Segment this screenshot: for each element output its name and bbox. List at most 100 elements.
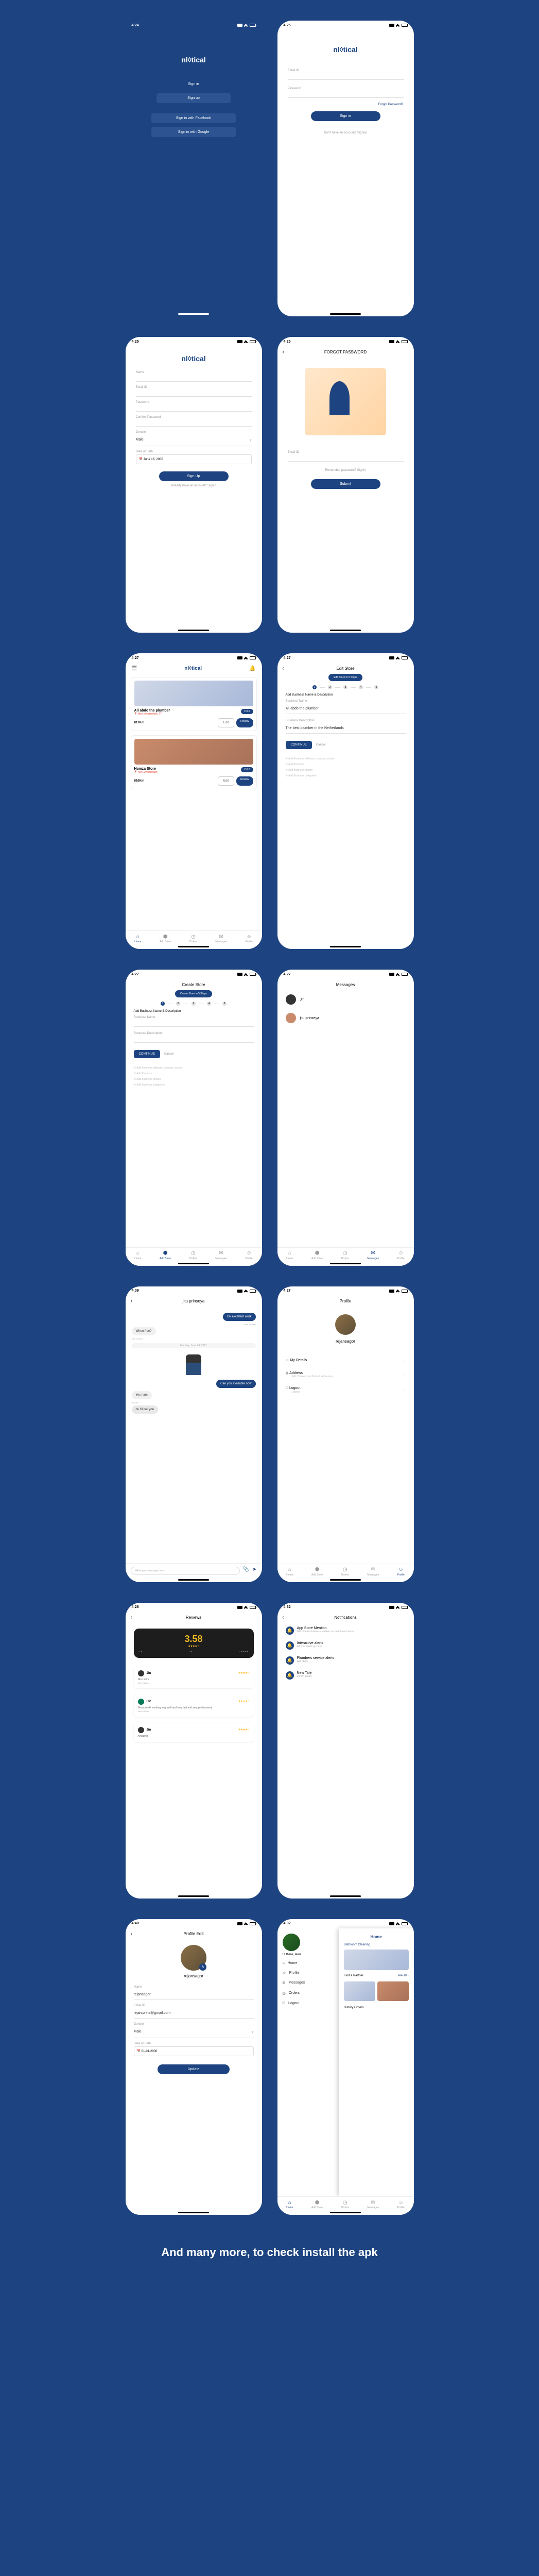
tab-orders[interactable]: ◷Orders [189, 1250, 197, 1260]
statusbar: 4:25 [277, 337, 414, 346]
continue-button[interactable]: CONTINUE [134, 1050, 160, 1058]
tab-orders[interactable]: ◷Orders [341, 1567, 349, 1577]
google-button[interactable]: Sign in with Google [151, 127, 236, 137]
edit-button[interactable]: Edit [218, 776, 234, 786]
cancel-button[interactable]: Cancel [164, 1053, 174, 1056]
tab-profile[interactable]: ☺Profile [397, 2199, 405, 2209]
continue-button[interactable]: CONTINUE [286, 741, 312, 749]
tab-addstore[interactable]: ⬢Add Store [311, 2199, 323, 2209]
back-icon[interactable]: ‹ [283, 1615, 284, 1620]
gender-select[interactable]: Male▾ [136, 435, 252, 446]
tab-addstore[interactable]: ⬢Add Store [311, 1567, 323, 1577]
menu-logout[interactable]: ⎋ LogoutLogout › [286, 1382, 406, 1398]
bname-input[interactable] [134, 1020, 254, 1027]
signin-button[interactable]: Sign in [311, 111, 380, 121]
nav-profile[interactable]: ☺ Profile [283, 1968, 334, 1978]
review-button[interactable]: Review [236, 718, 253, 727]
tab-home[interactable]: ⌂Home [134, 1250, 141, 1260]
update-button[interactable]: Update [158, 2064, 230, 2074]
tab-orders[interactable]: ◷Orders [341, 2199, 349, 2209]
partner-card[interactable] [344, 1981, 375, 2001]
edit-avatar-icon[interactable]: ✎ [199, 1963, 206, 1971]
back-icon[interactable]: ‹ [131, 1931, 132, 1937]
nav-messages[interactable]: ✉ Messages [283, 1978, 334, 1988]
name-input[interactable] [136, 375, 252, 382]
tab-messages[interactable]: ✉Messages [215, 934, 227, 943]
notification-item[interactable]: 🔔 Interactive alertsAll your alerts go h… [286, 1638, 406, 1653]
tab-profile[interactable]: ☺Profile [397, 1567, 405, 1577]
review-button[interactable]: Review [236, 776, 253, 786]
gender-select[interactable]: Male▾ [134, 2027, 254, 2038]
email-input[interactable]: rejan.prins@gmail.com [134, 2008, 254, 2019]
menu-details[interactable]: ☺ My Details › [286, 1354, 406, 1367]
bdesc-input[interactable]: The best plumber in the Netherlands [286, 723, 406, 734]
menu-address[interactable]: ◉ AddressEdit / Create / set Default add… [286, 1367, 406, 1382]
bell-icon[interactable]: 🔔 [249, 666, 255, 671]
signup-button[interactable]: Sign Up [159, 471, 229, 481]
tab-profile[interactable]: ☺Profile [246, 934, 253, 943]
message-input[interactable]: Write your message here... [131, 1567, 240, 1575]
chat-bubble: Can you available now [216, 1380, 255, 1388]
password-label: Password [288, 87, 404, 90]
tab-messages[interactable]: ✉Messages [367, 1250, 379, 1260]
conversation-row[interactable]: Jin [286, 990, 406, 1009]
cancel-button[interactable]: Cancel [316, 743, 326, 747]
back-icon[interactable]: ‹ [283, 349, 284, 355]
tab-addstore[interactable]: ⬢Add Store [160, 1250, 171, 1260]
notification-item[interactable]: 🔔 Plumbers service alertsGet alerts [286, 1653, 406, 1668]
remember-link[interactable]: Remember password? Signin [288, 469, 404, 472]
tab-home[interactable]: ⌂Home [134, 934, 141, 943]
send-icon[interactable]: ➤ [252, 1567, 256, 1575]
confirm-input[interactable] [136, 420, 252, 427]
back-icon[interactable]: ‹ [283, 666, 284, 671]
nav-logout[interactable]: ⎋ Logout [283, 1998, 334, 2009]
facebook-button[interactable]: Sign in with Facebook [151, 113, 236, 123]
edit-button[interactable]: Edit [218, 718, 234, 727]
back-icon[interactable]: ‹ [131, 1615, 132, 1620]
tab-home[interactable]: ⌂Home [286, 1567, 293, 1577]
nav-home[interactable]: ⌂ Home [283, 1958, 334, 1968]
statusbar: 4:27 [277, 653, 414, 663]
tab-home[interactable]: ⌂Home [286, 1250, 293, 1260]
tab-addstore[interactable]: ⬢Add Store [311, 1250, 323, 1260]
signin-link[interactable]: Already have an account? Signin [136, 484, 252, 487]
notification-item[interactable]: 🔔 App Store MentionWill receive business… [286, 1623, 406, 1638]
dob-input[interactable]: 📅 01-01-2000 [134, 2046, 254, 2056]
password-input[interactable] [136, 405, 252, 412]
tab-orders[interactable]: ◷Orders [341, 1250, 349, 1260]
forgot-link[interactable]: Forgot Password? [288, 103, 404, 106]
dob-input[interactable]: 📅 June 16, 2000 [136, 454, 252, 464]
notification-item[interactable]: 🔔 New TitleLorem ipsum [286, 1668, 406, 1683]
tab-profile[interactable]: ☺Profile [246, 1250, 253, 1260]
review-item: Jin★★★★☆ Amazing [134, 1723, 254, 1742]
submit-button[interactable]: Submit [311, 479, 380, 489]
email-input[interactable] [136, 390, 252, 397]
category-image[interactable] [344, 1950, 409, 1970]
tab-home[interactable]: ⌂Home [286, 2199, 293, 2209]
store-card[interactable]: Hamza Store 📍 Alex, Amsterdam € 0.0 810K… [131, 735, 257, 789]
password-input[interactable] [288, 91, 404, 98]
back-icon[interactable]: ‹ [131, 1298, 132, 1304]
tab-messages[interactable]: ✉Messages [367, 2199, 379, 2209]
bname-input[interactable]: Ali abdo the plumber [286, 704, 406, 714]
page-title: Reviews [186, 1615, 201, 1620]
nav-orders[interactable]: ◷ Orders [283, 1988, 334, 1998]
tab-messages[interactable]: ✉Messages [215, 1250, 227, 1260]
signup-button[interactable]: Sign up [157, 93, 231, 103]
tab-profile[interactable]: ☺Profile [397, 1250, 405, 1260]
attach-icon[interactable]: 📎 [243, 1567, 249, 1575]
screen-signup: 4:25 nl◊tical Name Email ID Password Con… [126, 337, 262, 633]
conversation-row[interactable]: jitu prinseya [286, 1009, 406, 1027]
signup-link[interactable]: Don't have an account? Signup [288, 131, 404, 134]
tab-addstore[interactable]: ⬢Add Store [160, 934, 171, 943]
partner-card[interactable] [377, 1981, 409, 2001]
store-card[interactable]: Ali abdo the plumber 📍 Alex, Amsterdam, … [131, 677, 257, 731]
tab-orders[interactable]: ◷Orders [189, 934, 197, 943]
email-input[interactable] [288, 73, 404, 80]
email-input[interactable] [288, 455, 404, 462]
menu-icon[interactable]: ☰ [132, 665, 137, 672]
tab-messages[interactable]: ✉Messages [367, 1567, 379, 1577]
signin-button[interactable]: Sign in [157, 79, 231, 89]
bdesc-input[interactable] [134, 1036, 254, 1043]
name-input[interactable]: rejansagor [134, 1990, 254, 2000]
